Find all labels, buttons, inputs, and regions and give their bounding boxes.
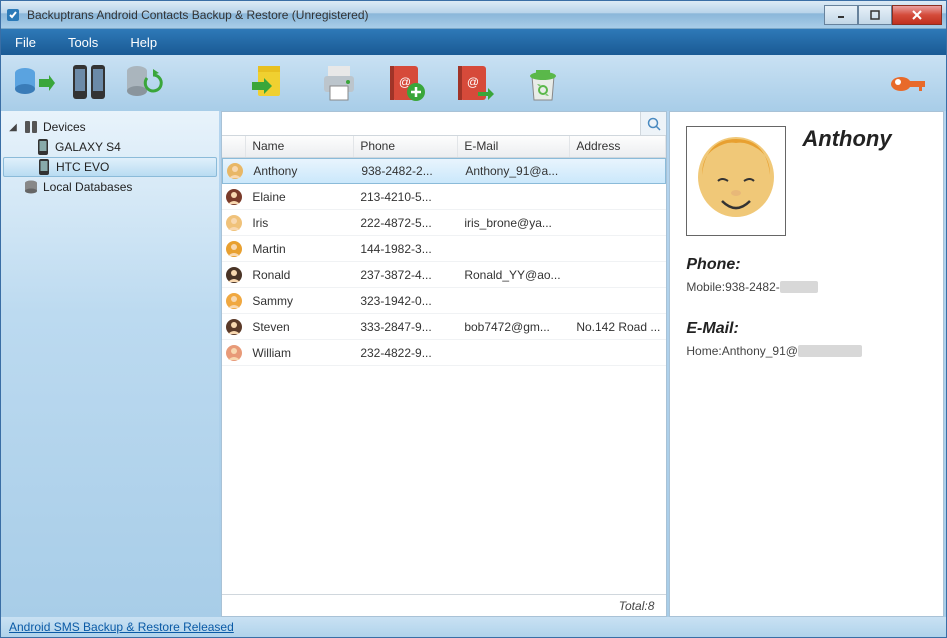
titlebar: Backuptrans Android Contacts Backup & Re… — [1, 1, 946, 29]
table-row[interactable]: Martin144-1982-3... — [222, 236, 666, 262]
tree-devices-label: Devices — [43, 120, 86, 134]
cell-name: Steven — [246, 320, 354, 334]
cell-name: Anthony — [247, 164, 355, 178]
menubar: File Tools Help — [1, 29, 946, 55]
database-icon — [23, 179, 39, 195]
cell-email: Anthony_91@a... — [459, 164, 571, 178]
table-row[interactable]: Sammy323-1942-0... — [222, 288, 666, 314]
table-row[interactable]: Anthony938-2482-2...Anthony_91@a... — [222, 158, 666, 184]
phone-icon — [36, 159, 52, 175]
cell-name: Ronald — [246, 268, 354, 282]
svg-text:@: @ — [467, 75, 479, 89]
cell-name: Sammy — [246, 294, 354, 308]
table-row[interactable]: Ronald237-3872-4...Ronald_YY@ao... — [222, 262, 666, 288]
cell-address: No.142 Road ... — [570, 320, 666, 334]
sidebar: ◢ Devices GALAXY S4 HTC EVO Local Databa… — [1, 111, 219, 617]
row-avatar — [222, 318, 246, 336]
contact-name: Anthony — [802, 126, 891, 152]
menu-file[interactable]: File — [15, 35, 36, 50]
table-row[interactable]: Iris222-4872-5...iris_brone@ya... — [222, 210, 666, 236]
address-add-icon[interactable]: @ — [383, 59, 431, 107]
row-avatar — [222, 188, 246, 206]
app-icon — [5, 7, 21, 23]
statusbar: Android SMS Backup & Restore Released — [1, 617, 946, 637]
footer-link[interactable]: Android SMS Backup & Restore Released — [9, 620, 234, 634]
cell-phone: 333-2847-9... — [354, 320, 458, 334]
cell-phone: 323-1942-0... — [354, 294, 458, 308]
toolbar-left — [1, 55, 233, 111]
tree-item-galaxy[interactable]: GALAXY S4 — [3, 137, 217, 157]
email-section-label: E-Mail: — [686, 320, 927, 338]
row-avatar — [222, 292, 246, 310]
maximize-button[interactable] — [858, 5, 892, 25]
table-footer: Total:8 — [222, 594, 666, 616]
cell-name: Martin — [246, 242, 354, 256]
table-body: Anthony938-2482-2...Anthony_91@a...Elain… — [222, 158, 666, 594]
col-name[interactable]: Name — [246, 136, 354, 157]
tree-local[interactable]: Local Databases — [3, 177, 217, 197]
table-header: Name Phone E-Mail Address — [222, 136, 666, 158]
table-row[interactable]: Steven333-2847-9...bob7472@gm...No.142 R… — [222, 314, 666, 340]
col-email[interactable]: E-Mail — [458, 136, 570, 157]
toolbar-right: @ @ — [233, 55, 946, 111]
tree-item-label: HTC EVO — [56, 160, 109, 174]
expand-icon[interactable]: ◢ — [7, 122, 19, 133]
email-value: Home:Anthony_91@ — [686, 342, 927, 358]
phones-icon[interactable] — [65, 59, 113, 107]
cell-phone: 938-2482-2... — [355, 164, 459, 178]
close-button[interactable] — [892, 5, 942, 25]
row-avatar — [222, 240, 246, 258]
avatar — [686, 126, 786, 236]
devices-icon — [23, 119, 39, 135]
print-icon[interactable] — [315, 59, 363, 107]
search-button[interactable] — [640, 112, 666, 135]
cell-phone: 237-3872-4... — [354, 268, 458, 282]
row-avatar — [222, 214, 246, 232]
menu-help[interactable]: Help — [130, 35, 157, 50]
backup-icon[interactable] — [9, 59, 57, 107]
trash-icon[interactable] — [519, 59, 567, 107]
row-avatar — [222, 344, 246, 362]
contact-list-panel: Name Phone E-Mail Address Anthony938-248… — [221, 111, 667, 617]
database-sync-icon[interactable] — [121, 59, 169, 107]
contact-detail-panel: Anthony Phone: Mobile:938-2482- E-Mail: … — [669, 111, 944, 617]
col-phone[interactable]: Phone — [354, 136, 458, 157]
key-icon[interactable] — [884, 59, 932, 107]
cell-phone: 222-4872-5... — [354, 216, 458, 230]
cell-email: Ronald_YY@ao... — [458, 268, 570, 282]
phone-section-label: Phone: — [686, 256, 927, 274]
cell-name: Elaine — [246, 190, 354, 204]
row-avatar — [223, 162, 247, 180]
tree-devices[interactable]: ◢ Devices — [3, 117, 217, 137]
cell-phone: 213-4210-5... — [354, 190, 458, 204]
minimize-button[interactable] — [824, 5, 858, 25]
table-row[interactable]: Elaine213-4210-5... — [222, 184, 666, 210]
tree-item-label: GALAXY S4 — [55, 140, 121, 154]
cell-phone: 232-4822-9... — [354, 346, 458, 360]
tree-local-label: Local Databases — [43, 180, 132, 194]
search-input[interactable] — [222, 112, 640, 135]
cell-phone: 144-1982-3... — [354, 242, 458, 256]
window-title: Backuptrans Android Contacts Backup & Re… — [27, 8, 824, 22]
menu-tools[interactable]: Tools — [68, 35, 98, 50]
tree-item-htc[interactable]: HTC EVO — [3, 157, 217, 177]
phone-icon — [35, 139, 51, 155]
cell-name: Iris — [246, 216, 354, 230]
total-label: Total:8 — [619, 599, 655, 613]
cell-name: William — [246, 346, 354, 360]
address-export-icon[interactable]: @ — [451, 59, 499, 107]
row-avatar — [222, 266, 246, 284]
table-row[interactable]: William232-4822-9... — [222, 340, 666, 366]
export-icon[interactable] — [247, 59, 295, 107]
cell-email: bob7472@gm... — [458, 320, 570, 334]
col-address[interactable]: Address — [570, 136, 666, 157]
phone-value: Mobile:938-2482- — [686, 278, 927, 294]
cell-email: iris_brone@ya... — [458, 216, 570, 230]
